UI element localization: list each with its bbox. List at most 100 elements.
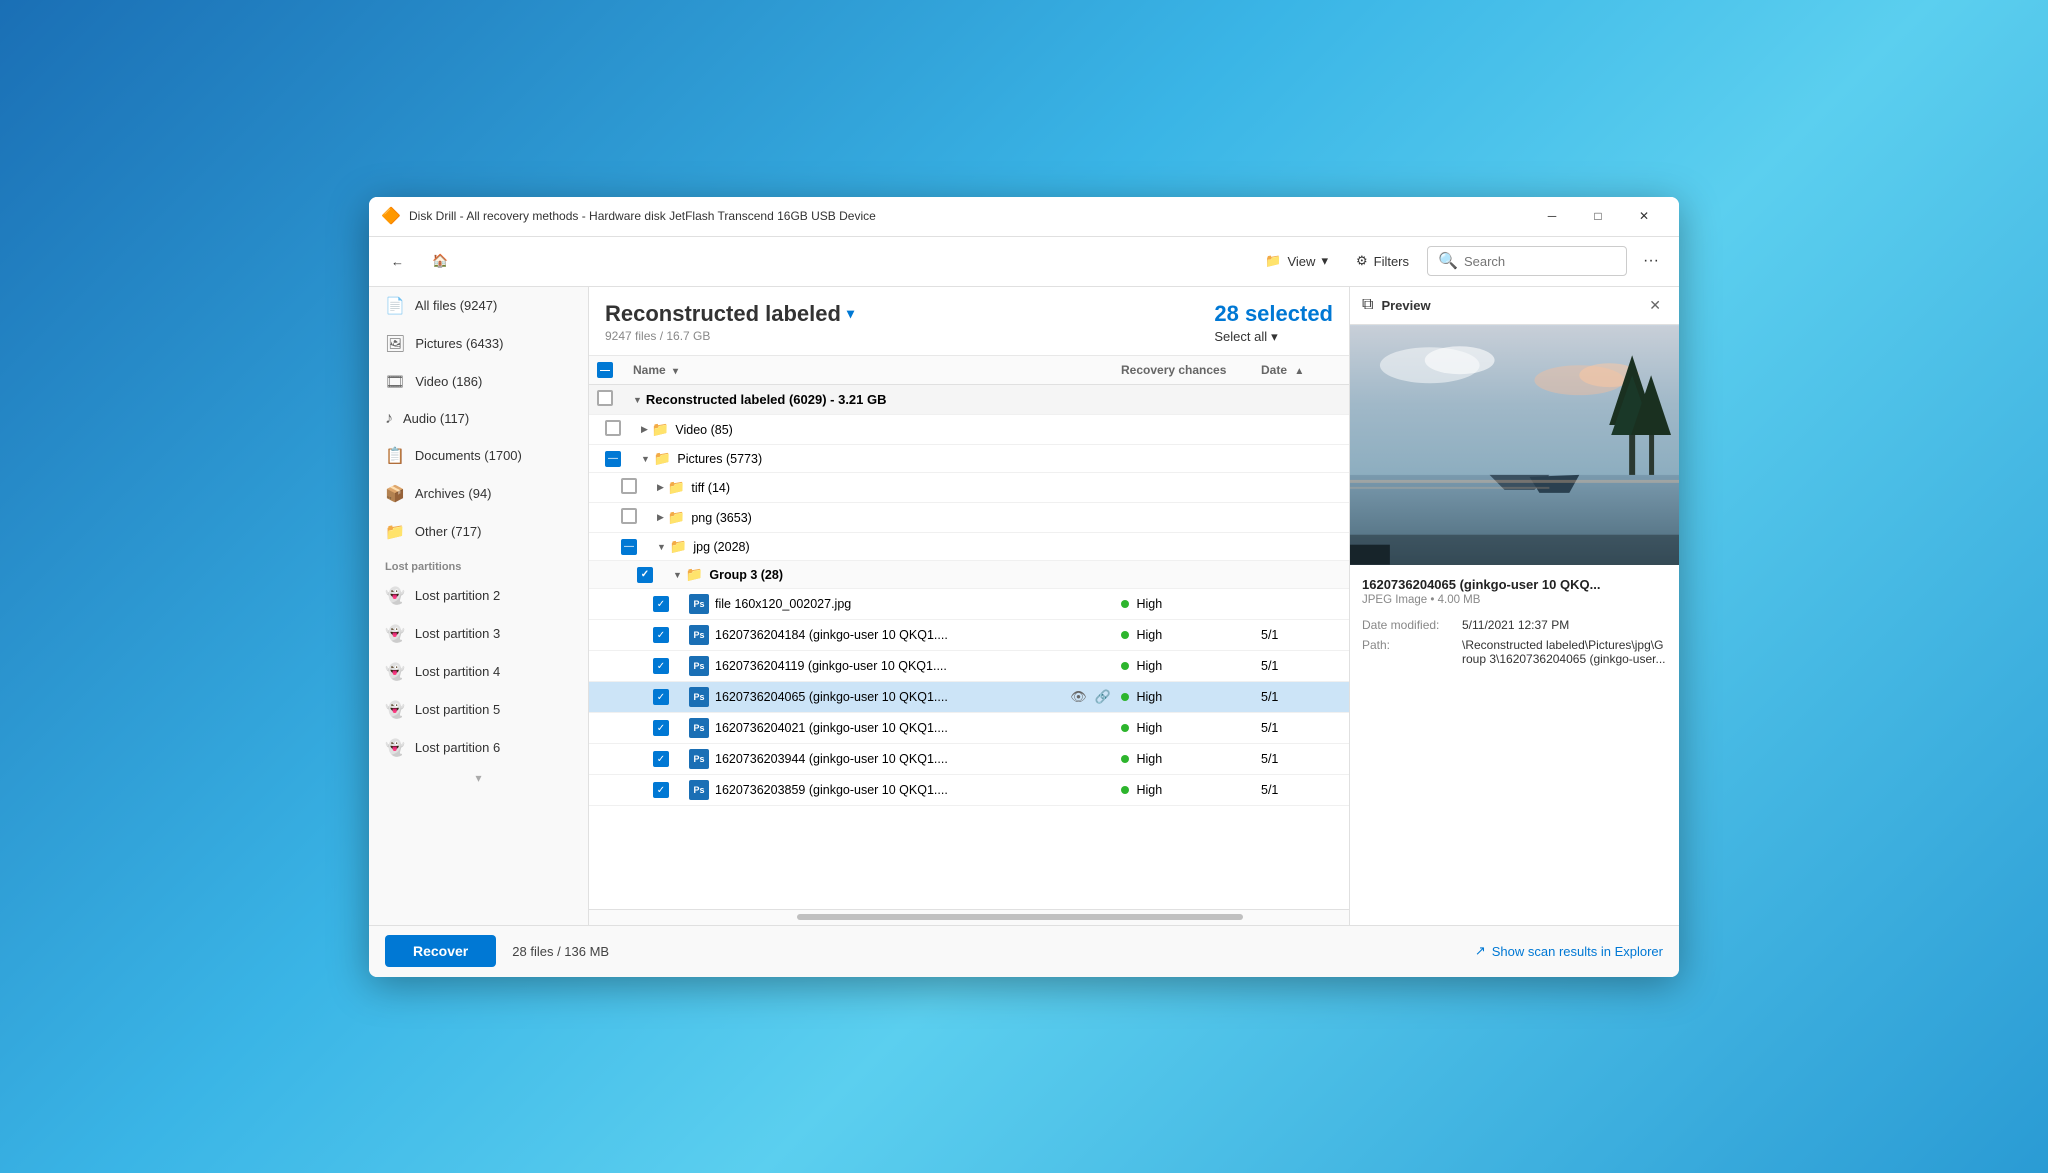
ps-icon: Ps [689,656,709,676]
header-date-col[interactable]: Date ▲ [1261,363,1341,377]
header-recovery-label: Recovery chances [1121,363,1226,377]
table-row[interactable]: ▶ 📁 Video (85) [589,415,1349,445]
preview-header: ⧉ Preview ✕ [1350,287,1679,325]
scrollbar-thumb [797,914,1243,920]
row-checkbox[interactable] [605,420,621,436]
preview-meta-path-row: Path: \Reconstructed labeled\Pictures\jp… [1362,638,1667,666]
sidebar-item-pictures[interactable]: 🖼 Pictures (6433) [369,325,588,363]
sidebar-item-lp3[interactable]: 👻 Lost partition 3 [369,615,588,653]
row-checkbox[interactable] [653,627,669,643]
table-row[interactable]: ▶ 📁 tiff (14) [589,473,1349,503]
row-checkbox[interactable] [653,658,669,674]
filters-label: Filters [1374,254,1409,269]
view-button[interactable]: 📁 View ▾ [1255,247,1338,275]
select-all-chevron-icon: ▾ [1271,329,1278,345]
preview-filename: 1620736204065 (ginkgo-user 10 QKQ... [1362,577,1667,592]
ps-icon: Ps [689,780,709,800]
header-date-label: Date [1261,363,1287,377]
sidebar-item-lp5[interactable]: 👻 Lost partition 5 [369,691,588,729]
row-label: Group 3 (28) [709,568,783,582]
preview-image [1350,325,1679,565]
row-actions: 👁 🔗 [1068,687,1113,707]
sidebar-item-all-files[interactable]: 📄 All files (9247) [369,287,588,325]
sidebar-item-label: Documents (1700) [415,448,522,463]
lp6-icon: 👻 [385,738,405,758]
preview-date-value: 5/11/2021 12:37 PM [1462,618,1667,632]
sidebar-item-video[interactable]: 🎞 Video (186) [369,363,588,401]
main-panel: Reconstructed labeled ▾ 9247 files / 16.… [589,287,1349,925]
table-row[interactable]: ▼ 📁 Pictures (5773) [589,445,1349,473]
eye-icon[interactable]: 👁 [1068,687,1089,707]
table-row[interactable]: ▼ 📁 jpg (2028) [589,533,1349,561]
header-recovery-col[interactable]: Recovery chances [1121,363,1261,377]
pictures-icon: 🖼 [385,334,405,354]
preview-svg [1350,325,1679,565]
sidebar-item-archives[interactable]: 📦 Archives (94) [369,475,588,513]
header-checkbox[interactable] [597,362,613,378]
recovery-dot [1121,724,1129,732]
close-button[interactable]: ✕ [1621,200,1667,232]
sidebar-item-documents[interactable]: 📋 Documents (1700) [369,437,588,475]
filters-button[interactable]: ⚙ Filters [1346,247,1419,275]
show-in-explorer-button[interactable]: ↗ Show scan results in Explorer [1475,943,1663,959]
sidebar-item-lp4[interactable]: 👻 Lost partition 4 [369,653,588,691]
minimize-button[interactable]: ─ [1529,200,1575,232]
sidebar-item-other[interactable]: 📁 Other (717) [369,513,588,551]
table-row[interactable]: Ps 1620736204184 (ginkgo-user 10 QKQ1...… [589,620,1349,651]
title-bar: 🔶 Disk Drill - All recovery methods - Ha… [369,197,1679,237]
title-bar-controls: ─ □ ✕ [1529,200,1667,232]
sidebar-item-lp2[interactable]: 👻 Lost partition 2 [369,577,588,615]
bottom-info: 28 files / 136 MB [512,944,609,959]
table-row[interactable]: ▼ 📁 Group 3 (28) [589,561,1349,589]
recover-button[interactable]: Recover [385,935,496,967]
home-button[interactable]: 🏠 [422,247,458,275]
link-icon[interactable]: 🔗 [1093,687,1113,707]
lp3-icon: 👻 [385,624,405,644]
header-name-col[interactable]: Name ▾ [633,363,1121,377]
back-button[interactable]: ← [381,248,414,275]
export-icon: ↗ [1475,943,1486,959]
table-row[interactable]: ▶ 📁 png (3653) [589,503,1349,533]
sidebar-item-audio[interactable]: ♪ Audio (117) [369,401,588,437]
audio-icon: ♪ [385,410,393,428]
sidebar-item-lp6[interactable]: 👻 Lost partition 6 [369,729,588,767]
file-title-chevron-icon[interactable]: ▾ [847,305,854,322]
table-row[interactable]: Ps 1620736203944 (ginkgo-user 10 QKQ1...… [589,744,1349,775]
recovery-label: High [1136,628,1162,642]
row-checkbox[interactable] [653,689,669,705]
sidebar-scroll-indicator: ▾ [369,767,588,789]
table-row[interactable]: Ps 1620736203859 (ginkgo-user 10 QKQ1...… [589,775,1349,806]
table-row[interactable]: ▼ Reconstructed labeled (6029) - 3.21 GB [589,385,1349,415]
copy-icon[interactable]: ⧉ [1362,296,1373,314]
row-checkbox[interactable] [621,539,637,555]
table-row[interactable]: Ps 1620736204065 (ginkgo-user 10 QKQ1...… [589,682,1349,713]
row-label: file 160x120_002027.jpg [715,597,851,611]
row-checkbox[interactable] [653,751,669,767]
sidebar-item-label: Archives (94) [415,486,492,501]
row-checkbox[interactable] [621,478,637,494]
archives-icon: 📦 [385,484,405,504]
preview-close-button[interactable]: ✕ [1643,295,1667,316]
row-checkbox[interactable] [621,508,637,524]
search-input[interactable] [1464,254,1616,269]
row-date: 5/1 [1261,628,1341,642]
row-checkbox[interactable] [653,720,669,736]
table-row[interactable]: Ps 1620736204021 (ginkgo-user 10 QKQ1...… [589,713,1349,744]
app-icon: 🔶 [381,206,401,226]
preview-info: 1620736204065 (ginkgo-user 10 QKQ... JPE… [1350,565,1679,925]
maximize-button[interactable]: □ [1575,200,1621,232]
table-row[interactable]: Ps 1620736204119 (ginkgo-user 10 QKQ1...… [589,651,1349,682]
folder-icon: 📁 [686,566,703,583]
row-label: 1620736204184 (ginkgo-user 10 QKQ1.... [715,628,948,642]
row-checkbox[interactable] [653,782,669,798]
lost-partitions-label: Lost partitions [369,551,588,577]
select-all-button[interactable]: Select all ▾ [1214,327,1277,347]
view-label: View [1287,254,1315,269]
row-checkbox[interactable] [597,390,613,406]
row-checkbox[interactable] [605,451,621,467]
more-button[interactable]: ··· [1635,246,1667,276]
row-checkbox[interactable] [653,596,669,612]
horizontal-scrollbar[interactable] [589,909,1349,925]
row-checkbox[interactable] [637,567,653,583]
table-row[interactable]: Ps file 160x120_002027.jpg High [589,589,1349,620]
